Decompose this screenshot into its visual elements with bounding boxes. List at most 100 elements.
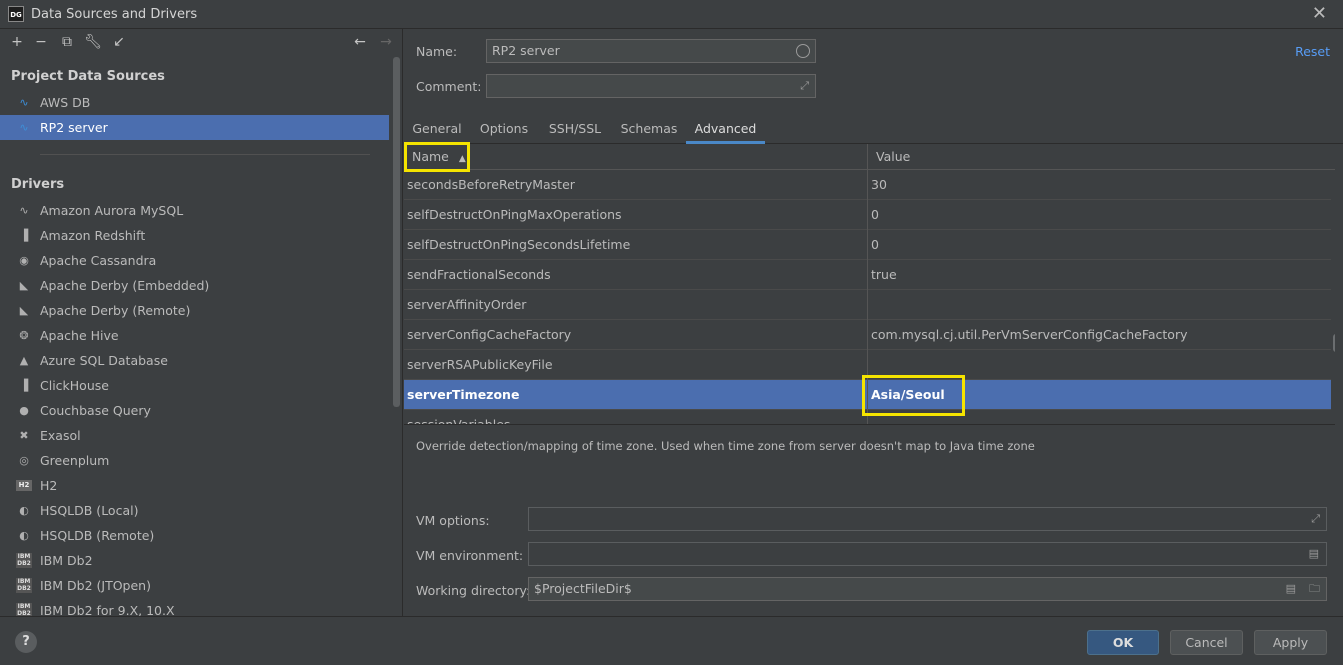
driver-item[interactable]: ◣ Apache Derby (Remote) [0, 298, 389, 323]
property-name: sessionVariables [407, 417, 511, 425]
working-directory-field[interactable]: $ProjectFileDir$ ▤ 🗀 [528, 577, 1327, 601]
property-name: serverRSAPublicKeyFile [407, 357, 553, 372]
datasource-rp2-server[interactable]: ∿ RP2 server [0, 115, 389, 140]
driver-item[interactable]: IBM DB2 IBM Db2 [0, 548, 389, 573]
vm-environment-field[interactable]: ▤ [528, 542, 1327, 566]
driver-label: Azure SQL Database [40, 353, 168, 368]
driver-label: H2 [40, 478, 58, 493]
property-description: Override detection/mapping of time zone.… [416, 439, 1035, 453]
property-value[interactable]: com.mysql.cj.util.PerVmServerConfigCache… [871, 320, 1187, 350]
driver-icon: ▲ [19, 354, 29, 367]
highlight-name-header [404, 142, 470, 172]
expand-icon[interactable]: ⤢ [800, 75, 809, 97]
driver-label: Amazon Aurora MySQL [40, 203, 184, 218]
driver-label: Apache Derby (Remote) [40, 303, 191, 318]
expand-icon[interactable]: ⤢ [1311, 508, 1320, 530]
driver-icon: ● [19, 404, 29, 417]
name-field[interactable]: RP2 server [486, 39, 816, 63]
tab-ssh-ssl[interactable]: SSH/SSL [542, 115, 608, 144]
driver-icon: IBM DB2 [16, 578, 32, 593]
vm-options-field[interactable]: ⤢ [528, 507, 1327, 531]
driver-item[interactable]: ▲ Azure SQL Database [0, 348, 389, 373]
datasource-label: AWS DB [40, 95, 91, 110]
driver-icon: ◐ [19, 529, 29, 542]
property-name: serverAffinityOrder [407, 297, 527, 312]
cancel-button[interactable]: Cancel [1170, 630, 1243, 655]
driver-item[interactable]: ◣ Apache Derby (Embedded) [0, 273, 389, 298]
driver-icon: ∿ [19, 204, 29, 217]
import-icon[interactable]: ↙ [110, 33, 128, 51]
tab-options[interactable]: Options [474, 115, 534, 144]
back-arrow-icon[interactable]: ← [351, 33, 369, 51]
close-icon[interactable]: ✕ [1312, 3, 1327, 24]
driver-icon: ◐ [19, 504, 29, 517]
left-scrollbar[interactable] [393, 57, 400, 407]
tab-general[interactable]: General [408, 115, 466, 144]
help-icon[interactable]: ? [15, 631, 37, 653]
driver-icon: ✖ [19, 429, 29, 442]
datasource-label: RP2 server [40, 120, 108, 135]
wrench-icon[interactable]: 🔧︎ [84, 33, 102, 51]
property-name: selfDestructOnPingSecondsLifetime [407, 237, 631, 252]
driver-icon: ▐ [19, 229, 29, 242]
vm-environment-label: VM environment: [416, 548, 524, 563]
reset-link[interactable]: Reset [1295, 44, 1330, 59]
driver-item[interactable]: ◉ Apache Cassandra [0, 248, 389, 273]
driver-icon: ❂ [19, 329, 29, 342]
name-label: Name: [416, 44, 458, 59]
property-name: sendFractionalSeconds [407, 267, 551, 282]
driver-icon: ◉ [19, 254, 29, 267]
tab-bar: General Options SSH/SSL Schemas Advanced [404, 115, 1343, 144]
driver-item[interactable]: ◎ Greenplum [0, 448, 389, 473]
apply-button[interactable]: Apply [1254, 630, 1327, 655]
column-header-value[interactable]: Value [876, 144, 910, 170]
driver-label: HSQLDB (Remote) [40, 528, 155, 543]
driver-item[interactable]: H2 H2 [0, 473, 389, 498]
forward-arrow-icon[interactable]: → [377, 33, 395, 51]
app-logo-icon: DG [8, 6, 24, 22]
datasource-aws-db[interactable]: ∿ AWS DB [0, 90, 389, 115]
tab-advanced[interactable]: Advanced [686, 115, 765, 144]
driver-item[interactable]: IBM DB2 IBM Db2 for 9.X, 10.X [0, 598, 389, 616]
tab-schemas[interactable]: Schemas [616, 115, 682, 144]
divider [40, 154, 370, 155]
driver-item[interactable]: ∿ Amazon Aurora MySQL [0, 198, 389, 223]
folder-icon[interactable]: 🗀 [1309, 578, 1320, 600]
color-circle-icon[interactable] [796, 44, 810, 58]
property-name: selfDestructOnPingMaxOperations [407, 207, 622, 222]
right-panel: Name: RP2 server Reset Comment: ⤢ Genera… [404, 29, 1343, 616]
property-value[interactable]: true [871, 260, 897, 290]
driver-item[interactable]: ▐ ClickHouse [0, 373, 389, 398]
mysql-icon: ∿ [19, 121, 29, 134]
driver-icon: ▐ [19, 379, 29, 392]
driver-item[interactable]: ❂ Apache Hive [0, 323, 389, 348]
comment-field[interactable]: ⤢ [486, 74, 816, 98]
property-value[interactable]: 30 [871, 170, 887, 200]
driver-label: IBM Db2 (JTOpen) [40, 578, 151, 593]
driver-item[interactable]: ✖ Exasol [0, 423, 389, 448]
document-icon[interactable]: ▤ [1286, 578, 1296, 600]
ok-button[interactable]: OK [1087, 630, 1159, 655]
document-icon[interactable]: ▤ [1309, 543, 1319, 565]
driver-item[interactable]: ▐ Amazon Redshift [0, 223, 389, 248]
highlight-timezone-value [862, 375, 965, 416]
property-name: serverConfigCacheFactory [407, 327, 572, 342]
driver-item[interactable]: ◐ HSQLDB (Remote) [0, 523, 389, 548]
comment-label: Comment: [416, 79, 482, 94]
property-value[interactable]: 0 [871, 230, 879, 260]
add-icon[interactable]: + [8, 33, 26, 51]
driver-label: Exasol [40, 428, 81, 443]
driver-item[interactable]: IBM DB2 IBM Db2 (JTOpen) [0, 573, 389, 598]
drivers-header: Drivers [11, 177, 65, 192]
mysql-icon: ∿ [19, 96, 29, 109]
table-scrollbar[interactable] [1333, 334, 1335, 352]
driver-icon: IBM DB2 [16, 603, 32, 616]
driver-item[interactable]: ● Couchbase Query [0, 398, 389, 423]
duplicate-icon[interactable]: ⧉ [58, 33, 76, 51]
driver-item[interactable]: ◐ HSQLDB (Local) [0, 498, 389, 523]
vm-options-label: VM options: [416, 513, 490, 528]
driver-label: Apache Derby (Embedded) [40, 278, 210, 293]
driver-label: HSQLDB (Local) [40, 503, 139, 518]
remove-icon[interactable]: − [32, 33, 50, 51]
property-value[interactable]: 0 [871, 200, 879, 230]
